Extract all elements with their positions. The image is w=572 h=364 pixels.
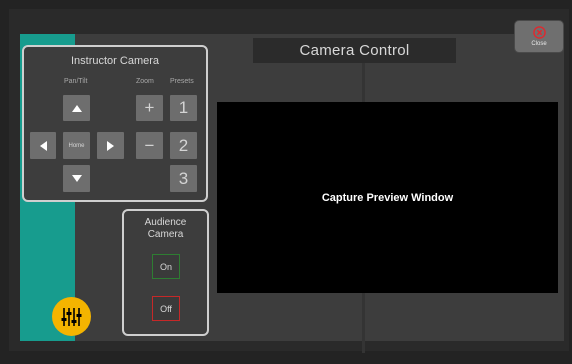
instructor-camera-title: Instructor Camera (70, 55, 160, 67)
audience-title-line1: Audience (144, 217, 187, 228)
tilt-down-button[interactable] (63, 165, 90, 192)
arrow-down-icon (71, 175, 82, 182)
audience-camera-panel: Audience Camera On Off (122, 209, 209, 336)
arrow-left-icon (39, 140, 47, 151)
audience-title-line2: Camera (147, 229, 184, 240)
audience-camera-title: Audience Camera (124, 217, 207, 241)
arrow-right-icon (107, 140, 114, 151)
audience-on-button[interactable]: On (152, 254, 180, 279)
pan-left-button[interactable] (30, 132, 56, 159)
home-button[interactable]: Home (63, 132, 90, 159)
zoom-label: Zoom (136, 78, 154, 85)
preset-3-button[interactable]: 3 (170, 165, 197, 192)
preset-2-button[interactable]: 2 (170, 132, 197, 159)
page-title: Camera Control (253, 38, 456, 63)
arrow-up-icon (71, 104, 82, 112)
pan-right-button[interactable] (97, 132, 124, 159)
pan-tilt-label: Pan/Tilt (64, 78, 88, 85)
close-button[interactable]: Close (514, 20, 564, 53)
preset-1-button[interactable]: 1 (170, 95, 197, 121)
close-label: Close (531, 41, 547, 47)
capture-preview-window: Capture Preview Window (217, 102, 558, 293)
mixer-sliders-icon (61, 307, 81, 326)
instructor-camera-panel: Instructor Camera Pan/Tilt Zoom Presets … (22, 45, 208, 202)
audience-off-button[interactable]: Off (152, 296, 180, 321)
zoom-out-button[interactable]: − (136, 132, 163, 159)
tilt-up-button[interactable] (63, 95, 90, 121)
zoom-in-button[interactable]: + (136, 95, 163, 121)
mixer-button[interactable] (52, 297, 91, 336)
preview-label: Capture Preview Window (321, 191, 454, 204)
close-circle-icon (532, 26, 546, 39)
presets-label: Presets (170, 78, 194, 85)
